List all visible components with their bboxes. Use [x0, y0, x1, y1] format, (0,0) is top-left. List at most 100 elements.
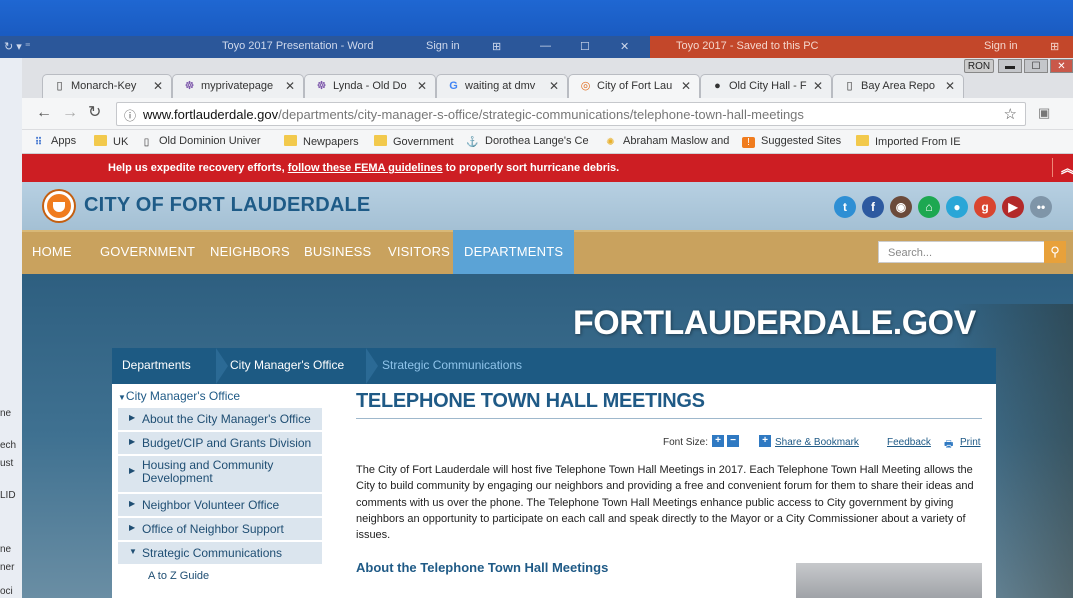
- share-plus-icon[interactable]: +: [759, 435, 771, 447]
- tab-close-icon[interactable]: ✕: [549, 79, 559, 93]
- tab-close-icon[interactable]: ✕: [681, 79, 691, 93]
- browser-tab-active[interactable]: ◎ City of Fort Lau ✕: [568, 74, 700, 98]
- breadcrumb-separator: [216, 348, 230, 384]
- sidebar-item-about[interactable]: ▶ About the City Manager's Office: [118, 408, 322, 430]
- breadcrumb-current: Strategic Communications: [382, 358, 523, 372]
- lynda-icon: ☸: [316, 80, 327, 92]
- title-divider: [356, 418, 982, 419]
- sun-icon: ✺: [606, 137, 615, 148]
- fema-guidelines-link[interactable]: follow these FEMA guidelines: [288, 162, 443, 174]
- nav-government[interactable]: GOVERNMENT: [100, 244, 195, 259]
- tab-close-icon[interactable]: ✕: [153, 79, 163, 93]
- font-decrease-icon[interactable]: −: [727, 435, 739, 447]
- tab-close-icon[interactable]: ✕: [813, 79, 823, 93]
- tab-label: Lynda - Old Do: [333, 80, 407, 92]
- bookmark-apps[interactable]: ⠿ Apps: [32, 135, 76, 148]
- tab-close-icon[interactable]: ✕: [417, 79, 427, 93]
- search-input[interactable]: Search...: [878, 241, 1046, 263]
- collapse-chevron-icon[interactable]: ︽: [1052, 158, 1073, 177]
- bookmark-maslow[interactable]: ✺ Abraham Maslow and: [604, 135, 729, 148]
- bookmark-uk[interactable]: UK: [94, 135, 128, 148]
- youtube-icon[interactable]: ▶: [1002, 196, 1024, 218]
- word-signin-link[interactable]: Sign in: [426, 40, 460, 52]
- edge-text: oci: [0, 586, 13, 597]
- bookmark-suggested-sites[interactable]: ! Suggested Sites: [742, 135, 841, 148]
- ppt-ribbon-icon[interactable]: ⊞: [1050, 40, 1059, 53]
- sidebar-item-label: About the City Manager's Office: [142, 412, 311, 426]
- ppt-window-titlebar[interactable]: Toyo 2017 - Saved to this PC Sign in ⊞: [650, 36, 1073, 58]
- maximize-button[interactable]: ☐: [1024, 59, 1048, 73]
- nav-business[interactable]: BUSINESS: [304, 244, 371, 259]
- info-icon[interactable]: ⓘ: [124, 107, 136, 124]
- share-bookmark-link[interactable]: Share & Bookmark: [775, 437, 859, 448]
- bookmark-imported-ie[interactable]: Imported From IE: [856, 135, 961, 148]
- browser-tab[interactable]: ☸ myprivatepage ✕: [172, 74, 304, 98]
- browser-tab[interactable]: ▯ Bay Area Repo ✕: [832, 74, 964, 98]
- close-button[interactable]: ✕: [1050, 59, 1073, 73]
- word-window-titlebar[interactable]: ↻ ▾ ⁼ Toyo 2017 Presentation - Word Sign…: [0, 36, 650, 58]
- sidebar-item-label: Budget/CIP and Grants Division: [142, 436, 312, 450]
- nav-neighbors[interactable]: NEIGHBORS: [210, 244, 290, 259]
- sidebar-item-neighbor-support[interactable]: ▶ Office of Neighbor Support: [118, 518, 322, 540]
- printer-icon[interactable]: 🖶: [944, 437, 953, 454]
- browser-tab[interactable]: ☸ Lynda - Old Do ✕: [304, 74, 436, 98]
- forward-arrow-icon[interactable]: →: [62, 104, 78, 122]
- bookmark-label: Old Dominion Univer: [159, 135, 261, 147]
- sidebar-item-volunteer[interactable]: ▶ Neighbor Volunteer Office: [118, 494, 322, 516]
- bookmark-star-icon[interactable]: ☆: [1004, 105, 1017, 123]
- hero-banner: FORTLAUDERDALE.GOV Departments City Mana…: [22, 274, 1073, 598]
- word-quick-access[interactable]: ↻ ▾ ⁼: [4, 40, 31, 53]
- google-plus-icon[interactable]: g: [974, 196, 996, 218]
- word-ribbon-icon[interactable]: ⊞: [492, 40, 501, 53]
- feedback-link[interactable]: Feedback: [887, 437, 931, 448]
- bookmark-label: Government: [393, 136, 454, 148]
- sidebar-item-housing[interactable]: ▶ Housing and Community Development: [118, 456, 322, 492]
- word-maximize-button[interactable]: ☐: [580, 40, 590, 53]
- tab-close-icon[interactable]: ✕: [945, 79, 955, 93]
- browser-tab[interactable]: ▯ Monarch-Key ✕: [42, 74, 172, 98]
- twitter-icon[interactable]: t: [834, 196, 856, 218]
- browser-tab[interactable]: ● Old City Hall - F ✕: [700, 74, 832, 98]
- word-close-button[interactable]: ✕: [620, 40, 629, 53]
- intro-paragraph: The City of Fort Lauderdale will host fi…: [356, 464, 974, 542]
- instagram-icon[interactable]: ◉: [890, 196, 912, 218]
- address-bar[interactable]: ⓘ www.fortlauderdale.gov/departments/cit…: [116, 102, 1026, 126]
- bookmark-government[interactable]: Government: [374, 135, 454, 148]
- word-minimize-button[interactable]: —: [540, 40, 551, 52]
- alert-pre: Help us expedite recovery efforts,: [108, 162, 288, 174]
- back-arrow-icon[interactable]: ←: [36, 104, 52, 122]
- nav-home[interactable]: HOME: [32, 244, 72, 259]
- facebook-icon[interactable]: f: [862, 196, 884, 218]
- font-increase-icon[interactable]: +: [712, 435, 724, 447]
- breadcrumb-city-manager[interactable]: City Manager's Office: [230, 358, 344, 372]
- sidebar-item-budget[interactable]: ▶ Budget/CIP and Grants Division: [118, 432, 322, 454]
- meeting-photo: [796, 563, 982, 598]
- bookmark-label: UK: [113, 136, 129, 148]
- ppt-signin-link[interactable]: Sign in: [984, 40, 1018, 52]
- browser-tab[interactable]: Gwaiting at dmv ✕: [436, 74, 568, 98]
- nextdoor-icon[interactable]: ⌂: [918, 196, 940, 218]
- extension-icon[interactable]: ▣: [1038, 104, 1050, 122]
- bookmark-dorothea[interactable]: ⚓ Dorothea Lange's Ce: [466, 135, 588, 148]
- nav-departments[interactable]: DEPARTMENTS: [453, 230, 575, 274]
- sidebar-heading[interactable]: ▼City Manager's Office: [118, 389, 240, 403]
- periscope-icon[interactable]: ●: [946, 196, 968, 218]
- bookmark-odu[interactable]: ▯ Old Dominion Univer: [140, 135, 261, 148]
- sidebar-subitem-a-to-z[interactable]: A to Z Guide: [118, 566, 322, 588]
- print-link[interactable]: Print: [960, 437, 981, 448]
- tab-close-icon[interactable]: ✕: [285, 79, 295, 93]
- flickr-icon[interactable]: ••: [1030, 196, 1052, 218]
- city-name[interactable]: CITY OF FORT LAUDERDALE: [84, 194, 370, 217]
- search-icon[interactable]: ⚲: [1044, 241, 1066, 263]
- sidebar-item-strategic-communications[interactable]: ▼ Strategic Communications: [118, 542, 322, 564]
- city-logo[interactable]: [44, 191, 74, 221]
- nav-visitors[interactable]: VISITORS: [388, 244, 450, 259]
- profile-badge[interactable]: RON: [964, 59, 994, 73]
- tab-label: Old City Hall - F: [729, 80, 807, 92]
- bookmark-newpapers[interactable]: Newpapers: [284, 135, 359, 148]
- breadcrumb-departments[interactable]: Departments: [122, 358, 191, 372]
- web-page: Help us expedite recovery efforts, follo…: [22, 154, 1073, 598]
- sidebar-item-label: Development: [142, 471, 213, 485]
- minimize-button[interactable]: ▬: [998, 59, 1022, 73]
- reload-icon[interactable]: ↻: [88, 104, 101, 122]
